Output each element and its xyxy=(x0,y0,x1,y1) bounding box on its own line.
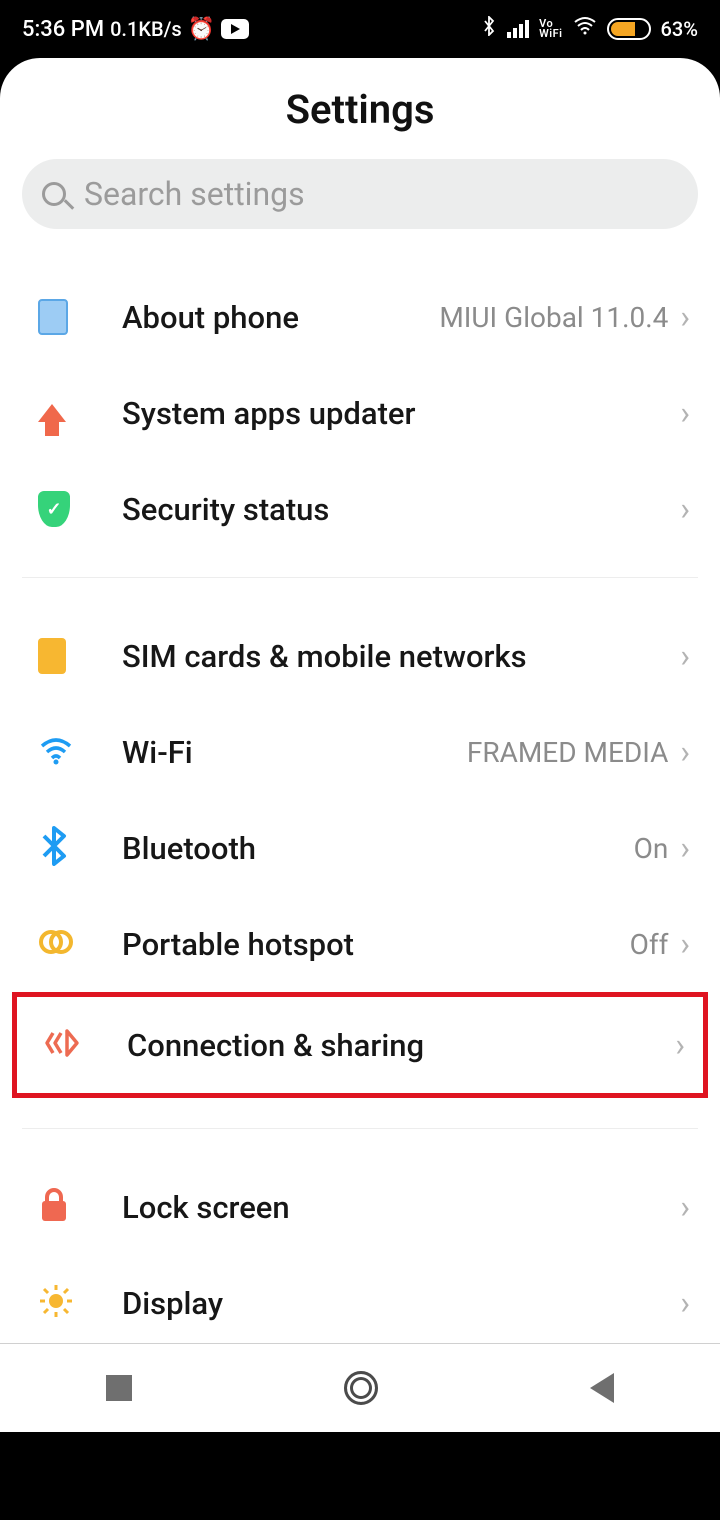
search-input[interactable]: Search settings xyxy=(22,159,698,229)
chevron-right-icon: › xyxy=(680,1191,690,1223)
home-button[interactable] xyxy=(344,1371,378,1405)
row-value: On xyxy=(634,832,669,865)
cellular-signal-icon xyxy=(507,20,529,38)
wifi-icon xyxy=(38,732,74,772)
row-value: MIUI Global 11.0.4 xyxy=(439,301,668,334)
row-security[interactable]: ✓ Security status › xyxy=(0,461,720,557)
chevron-right-icon: › xyxy=(680,736,690,768)
arrow-up-icon xyxy=(38,404,66,422)
navigation-bar xyxy=(0,1344,720,1432)
connection-icon xyxy=(43,1025,81,1065)
chevron-right-icon: › xyxy=(675,1029,685,1061)
divider xyxy=(22,1128,698,1129)
row-label: Bluetooth xyxy=(122,830,634,867)
bluetooth-status-icon xyxy=(481,16,497,42)
shield-icon: ✓ xyxy=(38,491,70,527)
row-label: System apps updater xyxy=(122,395,680,432)
search-placeholder: Search settings xyxy=(84,175,305,213)
chevron-right-icon: › xyxy=(680,301,690,333)
row-label: Security status xyxy=(122,491,680,528)
sim-icon xyxy=(38,638,66,674)
status-bar: 5:36 PM 0.1KB/s ⏰ VoWiFi 63% xyxy=(0,0,720,58)
row-label: Display xyxy=(122,1285,680,1322)
divider xyxy=(22,577,698,578)
row-value: FRAMED MEDIA xyxy=(467,736,669,769)
row-label: Lock screen xyxy=(122,1189,680,1226)
chevron-right-icon: › xyxy=(680,928,690,960)
row-about-phone[interactable]: About phone MIUI Global 11.0.4 › xyxy=(0,269,720,365)
recents-button[interactable] xyxy=(106,1375,132,1401)
row-hotspot[interactable]: Portable hotspot Off › xyxy=(0,896,720,992)
status-net-speed: 0.1KB/s xyxy=(110,17,182,41)
page-title: Settings xyxy=(0,58,720,133)
lock-icon xyxy=(38,1187,70,1227)
row-lock-screen[interactable]: Lock screen › xyxy=(0,1159,720,1255)
row-label: About phone xyxy=(122,299,439,336)
phone-icon xyxy=(38,299,68,335)
sun-icon xyxy=(38,1283,74,1323)
row-bluetooth[interactable]: Bluetooth On › xyxy=(0,800,720,896)
hotspot-icon xyxy=(38,924,74,964)
youtube-icon xyxy=(221,19,249,39)
row-system-updater[interactable]: System apps updater › xyxy=(0,365,720,461)
battery-percent: 63% xyxy=(661,17,698,41)
back-button[interactable] xyxy=(590,1373,614,1403)
search-icon xyxy=(42,182,66,206)
chevron-right-icon: › xyxy=(680,640,690,672)
alarm-icon: ⏰ xyxy=(188,17,215,42)
highlight-connection-sharing: Connection & sharing › xyxy=(12,992,708,1098)
battery-icon xyxy=(607,18,651,40)
chevron-right-icon: › xyxy=(680,832,690,864)
wifi-status-icon xyxy=(573,16,597,42)
chevron-right-icon: › xyxy=(680,493,690,525)
status-time: 5:36 PM xyxy=(22,17,104,42)
row-label: SIM cards & mobile networks xyxy=(122,638,680,675)
settings-screen: Settings Search settings About phone MIU… xyxy=(0,58,720,1432)
row-connection-sharing[interactable]: Connection & sharing › xyxy=(17,997,703,1093)
row-label: Portable hotspot xyxy=(122,926,630,963)
row-value: Off xyxy=(630,928,669,961)
chevron-right-icon: › xyxy=(680,1287,690,1319)
chevron-right-icon: › xyxy=(680,397,690,429)
row-label: Connection & sharing xyxy=(127,1027,675,1064)
vowifi-icon: VoWiFi xyxy=(539,19,562,39)
row-label: Wi-Fi xyxy=(122,734,467,771)
row-wifi[interactable]: Wi-Fi FRAMED MEDIA › xyxy=(0,704,720,800)
bluetooth-icon xyxy=(38,826,70,870)
settings-list: About phone MIUI Global 11.0.4 › System … xyxy=(0,269,720,1432)
row-sim[interactable]: SIM cards & mobile networks › xyxy=(0,608,720,704)
